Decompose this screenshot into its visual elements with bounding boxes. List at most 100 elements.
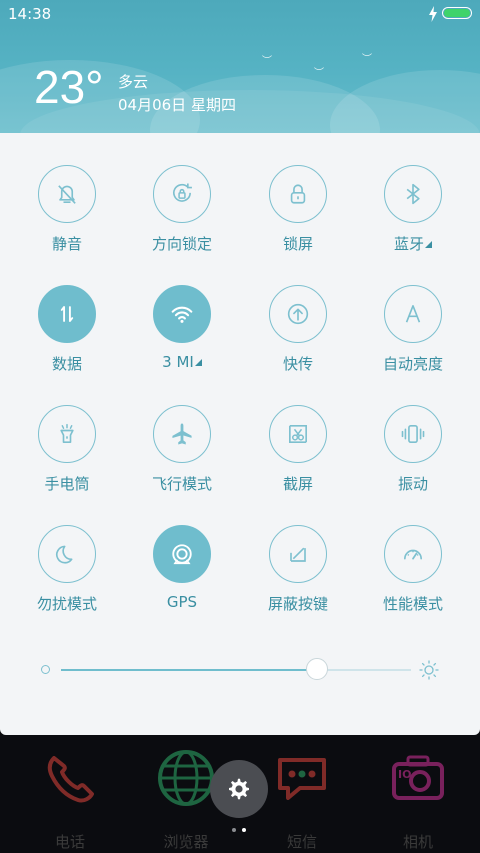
toggle-button[interactable] <box>269 405 327 463</box>
toggle-moon[interactable]: 勿扰模式 <box>9 493 125 613</box>
date-text: 04月06日 星期四 <box>118 96 236 114</box>
vibrate-icon <box>401 425 425 443</box>
toggle-label: 振动 <box>355 473 471 494</box>
dock-app-camera[interactable]: IO 相机 <box>360 743 476 853</box>
speedometer-icon <box>404 549 422 560</box>
brightness-slider[interactable] <box>0 653 480 693</box>
toggle-lock[interactable]: 锁屏 <box>240 133 356 253</box>
toggle-label: 锁屏 <box>240 233 356 254</box>
temperature: 23° <box>34 61 104 113</box>
dock-label: 浏览器 <box>163 833 209 851</box>
toggle-label-text: 静音 <box>51 235 82 253</box>
brightness-track[interactable] <box>61 669 411 671</box>
battery-icon <box>442 7 472 19</box>
toggle-label-text: 手电筒 <box>44 475 90 493</box>
page-dot <box>232 828 236 832</box>
toggle-label-text: 快传 <box>282 355 313 373</box>
bell-off-icon <box>58 185 76 204</box>
wifi-icon <box>171 306 193 323</box>
toggle-button[interactable] <box>153 405 211 463</box>
toggle-label-text: 3 MI <box>162 353 194 371</box>
rotation-lock-icon <box>173 183 192 202</box>
toggle-label-text: 蓝牙 <box>393 235 424 253</box>
flashlight-icon <box>60 423 74 443</box>
toggle-button[interactable] <box>153 525 211 583</box>
auto-brightness-icon <box>405 305 421 323</box>
toggle-bluetooth[interactable]: 蓝牙 <box>355 133 471 253</box>
lock-icon <box>290 184 306 204</box>
toggle-speedometer[interactable]: 性能模式 <box>355 493 471 613</box>
toggle-button[interactable] <box>38 285 96 343</box>
bird-icon: ︶ <box>362 54 372 65</box>
toggle-label-text: 锁屏 <box>282 235 313 253</box>
brightness-thumb[interactable] <box>305 658 328 680</box>
toggle-block-keys[interactable]: 屏蔽按键 <box>240 493 356 613</box>
phone-icon <box>47 756 94 803</box>
screenshot-icon <box>289 425 307 443</box>
toggle-bell-off[interactable]: 静音 <box>9 133 125 253</box>
brightness-low-icon <box>41 665 50 674</box>
toggle-button[interactable] <box>38 165 96 223</box>
toggle-airplane[interactable]: 飞行模式 <box>124 373 240 493</box>
toggle-button[interactable] <box>38 405 96 463</box>
dock-app-phone[interactable]: 电话 <box>12 743 128 853</box>
toggle-button[interactable] <box>153 285 211 343</box>
quick-settings-panel: 静音 方向锁定 锁屏 蓝牙数据 3 MI 快传 自动亮度手电筒 飞行模式 截屏 振动勿扰模式 GPS… <box>0 133 480 735</box>
toggle-label-text: 屏蔽按键 <box>267 595 328 613</box>
weather-header: ︶ ︶ ︶ 14:38 23° 多云 04月06日 星期四 <box>0 0 480 133</box>
page-dot-active <box>242 828 246 832</box>
toggle-button[interactable] <box>269 165 327 223</box>
toggle-label: 方向锁定 <box>124 233 240 254</box>
toggle-gps[interactable]: GPS <box>124 493 240 611</box>
toggle-auto-brightness[interactable]: 自动亮度 <box>355 253 471 373</box>
toggle-label-text: 方向锁定 <box>151 235 212 253</box>
toggle-label: 3 MI <box>124 353 240 371</box>
toggle-label-text: 自动亮度 <box>382 355 443 373</box>
message-icon <box>278 758 326 800</box>
toggle-label: 快传 <box>240 353 356 374</box>
toggle-label-text: 性能模式 <box>382 595 443 613</box>
settings-button[interactable] <box>210 760 268 818</box>
toggle-label-text: 勿扰模式 <box>36 595 97 613</box>
block-keys-icon <box>290 547 306 562</box>
moon-icon <box>56 545 73 564</box>
toggle-button[interactable] <box>384 525 442 583</box>
toggle-wifi[interactable]: 3 MI <box>124 253 240 371</box>
toggle-button[interactable] <box>384 165 442 223</box>
airplane-icon <box>172 423 192 445</box>
toggle-label-text: 截屏 <box>282 475 313 493</box>
toggle-vibrate[interactable]: 振动 <box>355 373 471 493</box>
toggle-flashlight[interactable]: 手电筒 <box>9 373 125 493</box>
toggle-label: 性能模式 <box>355 593 471 614</box>
toggle-mobile-data[interactable]: 数据 <box>9 253 125 373</box>
toggle-button[interactable] <box>384 285 442 343</box>
toggle-rotation-lock[interactable]: 方向锁定 <box>124 133 240 253</box>
toggle-button[interactable] <box>269 525 327 583</box>
mobile-data-icon <box>60 306 74 322</box>
toggle-button[interactable] <box>38 525 96 583</box>
status-time: 14:38 <box>8 5 52 23</box>
toggle-label: 数据 <box>9 353 125 374</box>
toggle-label: 手电筒 <box>9 473 125 494</box>
dock-label: 短信 <box>286 833 317 851</box>
dock-label: 电话 <box>54 833 85 851</box>
toggle-label-text: 数据 <box>51 355 82 373</box>
page-indicator <box>232 828 252 834</box>
toggle-button[interactable] <box>269 285 327 343</box>
browser-icon <box>158 750 214 806</box>
expand-caret-icon <box>194 359 202 366</box>
toggle-label-text: GPS <box>166 593 198 611</box>
toggle-label: 勿扰模式 <box>9 593 125 614</box>
brightness-high-icon <box>419 660 439 680</box>
toggle-button[interactable] <box>384 405 442 463</box>
quick-transfer-icon <box>287 303 309 325</box>
status-bar: 14:38 <box>0 0 480 28</box>
camera-icon: IO <box>392 755 444 800</box>
charging-icon <box>429 6 437 22</box>
toggle-quick-transfer[interactable]: 快传 <box>240 253 356 373</box>
toggle-button[interactable] <box>153 165 211 223</box>
toggle-label-text: 飞行模式 <box>151 475 212 493</box>
expand-caret-icon <box>425 241 432 248</box>
toggle-screenshot[interactable]: 截屏 <box>240 373 356 493</box>
bird-icon: ︶ <box>314 68 324 79</box>
